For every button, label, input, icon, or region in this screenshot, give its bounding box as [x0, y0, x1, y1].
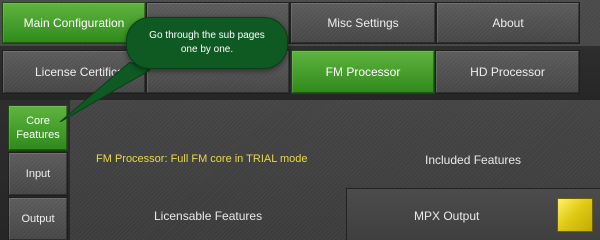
tab-hd-processor[interactable]: HD Processor	[435, 50, 580, 94]
processor-status-text: FM Processor: Full FM core in TRIAL mode	[96, 153, 308, 165]
tab-label: Input	[25, 168, 51, 180]
tab-label: Main Configuration	[23, 16, 125, 30]
tab-label: Misc Settings	[327, 16, 399, 30]
tab-misc-settings[interactable]: Misc Settings	[290, 2, 436, 44]
tab-label: HD Processor	[470, 65, 545, 79]
mpx-output-label: MPX Output	[414, 209, 480, 223]
screen: Main Configuration s Misc Settings About…	[0, 0, 600, 240]
tooltip-pointer	[59, 62, 150, 122]
tab-label: FM Processor	[325, 65, 401, 79]
tab-about[interactable]: About	[436, 2, 580, 44]
tab-fm-processor[interactable]: FM Processor	[291, 50, 435, 94]
tab-label: About	[492, 16, 524, 30]
tab-label: Output	[21, 213, 55, 225]
included-features-heading: Included Features	[425, 153, 522, 167]
tooltip-bubble: Go through the sub pages one by one.	[126, 17, 288, 69]
tooltip-text: Go through the sub pages one by one.	[149, 30, 265, 55]
tab-output[interactable]: Output	[8, 197, 68, 240]
tab-main-configuration[interactable]: Main Configuration	[2, 2, 146, 44]
tab-input[interactable]: Input	[8, 152, 68, 196]
mpx-output-indicator[interactable]	[557, 198, 593, 232]
licensable-features-heading: Licensable Features	[154, 209, 263, 223]
